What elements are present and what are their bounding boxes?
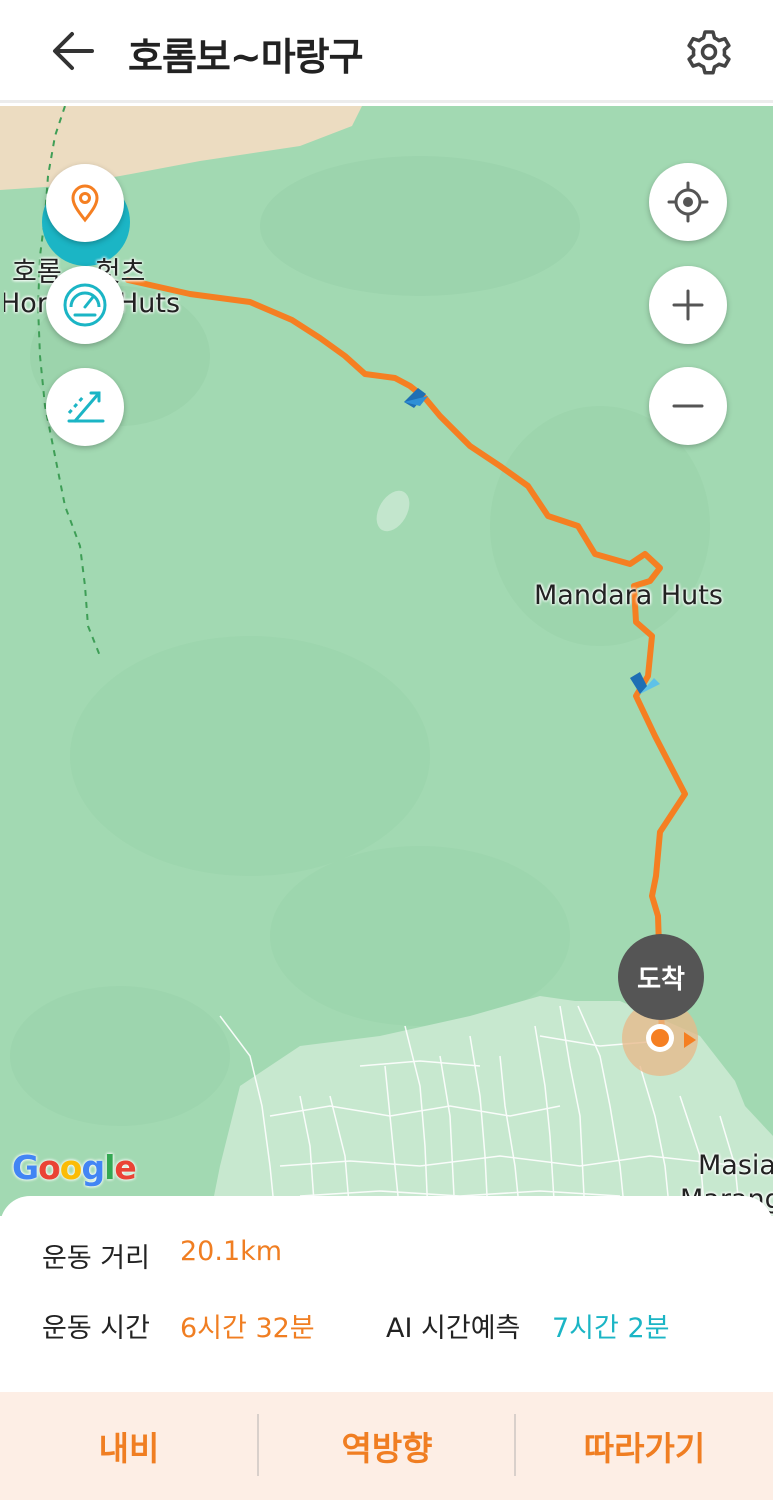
map-label-mandara-huts: Mandara Huts <box>534 580 723 611</box>
ai-estimate-label: AI 시간예측 <box>386 1313 521 1344</box>
arrival-badge: 도착 <box>618 934 704 1020</box>
speedometer-icon <box>63 283 107 327</box>
location-pin-icon <box>71 184 99 223</box>
google-attribution: Google <box>12 1148 137 1187</box>
follow-button[interactable]: 따라가기 <box>516 1392 773 1500</box>
zoom-in-icon <box>672 289 704 321</box>
map-label-masia: Masia <box>698 1150 773 1181</box>
ai-estimate-value: 7시간 2분 <box>552 1313 670 1344</box>
gear-icon <box>687 30 731 75</box>
navigation-button[interactable]: 내비 <box>0 1392 258 1500</box>
settings-button[interactable] <box>684 27 734 77</box>
route-direction-marker-1 <box>404 388 428 408</box>
elevation-slope-icon <box>67 391 105 423</box>
page-title: 호롬보~마랑구 <box>128 35 364 79</box>
time-value: 6시간 32분 <box>180 1313 315 1344</box>
time-label: 운동 시간 <box>42 1313 150 1344</box>
route-stats-sheet: 운동 거리 20.1km 운동 시간 6시간 32분 AI 시간예측 7시간 2… <box>0 1196 773 1396</box>
my-location-icon <box>667 181 709 223</box>
zoom-out-button[interactable] <box>649 367 727 445</box>
zoom-in-button[interactable] <box>649 266 727 344</box>
my-location-button[interactable] <box>649 163 727 241</box>
elevation-button[interactable] <box>46 368 124 446</box>
arrow-left-icon <box>53 32 94 70</box>
zoom-out-icon <box>672 404 704 408</box>
back-button[interactable] <box>48 28 98 74</box>
distance-value: 20.1km <box>180 1236 283 1267</box>
speed-button[interactable] <box>46 266 124 344</box>
route-map[interactable]: 호롬헛츠 Horo Huts Mandara Huts Masia Marang <box>0 106 773 1216</box>
reverse-direction-button[interactable]: 역방향 <box>259 1392 515 1500</box>
app-header: 호롬보~마랑구 <box>0 0 773 103</box>
distance-label: 운동 거리 <box>42 1243 150 1274</box>
map-label-horombo-en-2: Huts <box>118 288 181 319</box>
action-bar: 내비 역방향 따라가기 <box>0 1392 773 1500</box>
location-pin-button[interactable] <box>46 164 124 242</box>
